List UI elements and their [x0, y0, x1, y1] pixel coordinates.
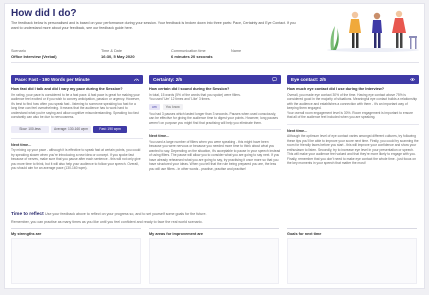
- meta-time-date: Time & Date 16:30, 5 May 2020: [101, 49, 135, 59]
- divider: [149, 129, 281, 130]
- eye-contact-body-room: Your overall room engagement level is 30…: [287, 110, 413, 120]
- eye-contact-question: How much eye contact did I use during th…: [287, 87, 385, 91]
- divider: [11, 62, 419, 63]
- improvements-input[interactable]: [149, 238, 279, 284]
- meta-label: Communication time: [171, 49, 206, 53]
- meta-scenario: Scenario Office Interview (Verbal): [11, 49, 57, 59]
- certainty-question: How certain did I sound during the Sessi…: [149, 87, 230, 91]
- eye-contact-next-body: Although the optimum level of eye contac…: [287, 134, 419, 165]
- certainty-panel: Certainty: 2/5 How certain did I sound d…: [149, 75, 281, 206]
- reflect-title: Time to reflect: [11, 212, 44, 217]
- improvements-label: My areas for improvement are: [149, 232, 204, 236]
- pace-segment-fast: Fast: 190 wpm: [93, 125, 127, 133]
- pace-segment-average: Average: 130-160 wpm: [51, 125, 91, 133]
- page-title: How did I do?: [11, 8, 77, 19]
- pace-next-body: Try mixing up your pace - although it is…: [11, 148, 141, 170]
- pace-panel: Pace: Fast - 190 Words per Minute How fa…: [11, 75, 143, 206]
- feedback-page: How did I do? The feedback below is pers…: [4, 3, 425, 289]
- certainty-header-label: Certainty: 2/5: [153, 77, 183, 82]
- eye-icon: [410, 78, 415, 81]
- meta-label: Time & Date: [101, 49, 122, 53]
- certainty-next-body: You used a large number of fillers when …: [149, 139, 281, 171]
- goals-box: Goals for next time: [287, 228, 417, 287]
- meta-label: Name: [231, 49, 242, 53]
- eye-contact-header: Eye contact: 2/5: [287, 75, 419, 84]
- filler-tab-um[interactable]: um: [149, 103, 160, 110]
- pace-question: How fast did I talk and did I vary my pa…: [11, 87, 123, 91]
- filler-word-tabs: um You know: [149, 103, 281, 110]
- people-illustration: [327, 10, 419, 52]
- strengths-box: My strengths are: [11, 228, 141, 287]
- meta-value: 6 minutes 20 seconds: [171, 54, 213, 59]
- strengths-input[interactable]: [11, 238, 141, 284]
- certainty-body-pauses: You had 3 pauses which lasted longer tha…: [149, 111, 278, 125]
- speedometer-icon: [134, 78, 139, 82]
- meta-value: 16:30, 5 May 2020: [101, 54, 135, 59]
- pace-next-label: Next time...: [11, 142, 32, 147]
- eye-contact-panel: Eye contact: 2/5 How much eye contact di…: [287, 75, 419, 206]
- certainty-next-label: Next time...: [149, 134, 170, 138]
- divider: [11, 137, 143, 139]
- filler-tab-you-know[interactable]: You know: [162, 103, 183, 110]
- certainty-body-fillers: You used 'Um' 12 times and 'Like' 3 time…: [149, 97, 211, 101]
- pace-scale: Slow: 100-less Average: 130-160 wpm Fast…: [11, 125, 143, 134]
- pace-body: I'm rating, your pace is considered to b…: [11, 92, 140, 120]
- divider: [287, 123, 419, 125]
- pace-header-label: Pace: Fast - 190 Words per Minute: [15, 77, 90, 82]
- goals-input[interactable]: [287, 238, 417, 284]
- eye-contact-body: Overall, you made eye contact 30% of the…: [287, 92, 418, 111]
- eye-contact-header-label: Eye contact: 2/5: [291, 77, 326, 82]
- improvements-box: My areas for improvement are: [149, 228, 279, 287]
- goals-label: Goals for next time: [287, 232, 322, 236]
- chat-bubble-icon: [272, 77, 277, 82]
- meta-label: Scenario: [11, 49, 26, 53]
- meta-name: Name: [231, 49, 241, 54]
- reflect-text-2: Remember, you can practise as many times…: [11, 220, 203, 224]
- intro-text: The feedback below is personalised and i…: [11, 21, 296, 30]
- reflect-heading: Time to reflect Use your feedback above …: [11, 212, 206, 217]
- strengths-label: My strengths are: [11, 232, 42, 236]
- pace-header: Pace: Fast - 190 Words per Minute: [11, 75, 143, 84]
- meta-value: Office Interview (Verbal): [11, 54, 57, 59]
- reflect-text: Use your feedback above to reflect on yo…: [45, 212, 207, 216]
- pace-segment-slow: Slow: 100-less: [11, 125, 49, 133]
- meta-communication-time: Communication time 6 minutes 20 seconds: [171, 49, 213, 59]
- certainty-header: Certainty: 2/5: [149, 75, 281, 84]
- eye-contact-next-label: Next time...: [287, 128, 308, 133]
